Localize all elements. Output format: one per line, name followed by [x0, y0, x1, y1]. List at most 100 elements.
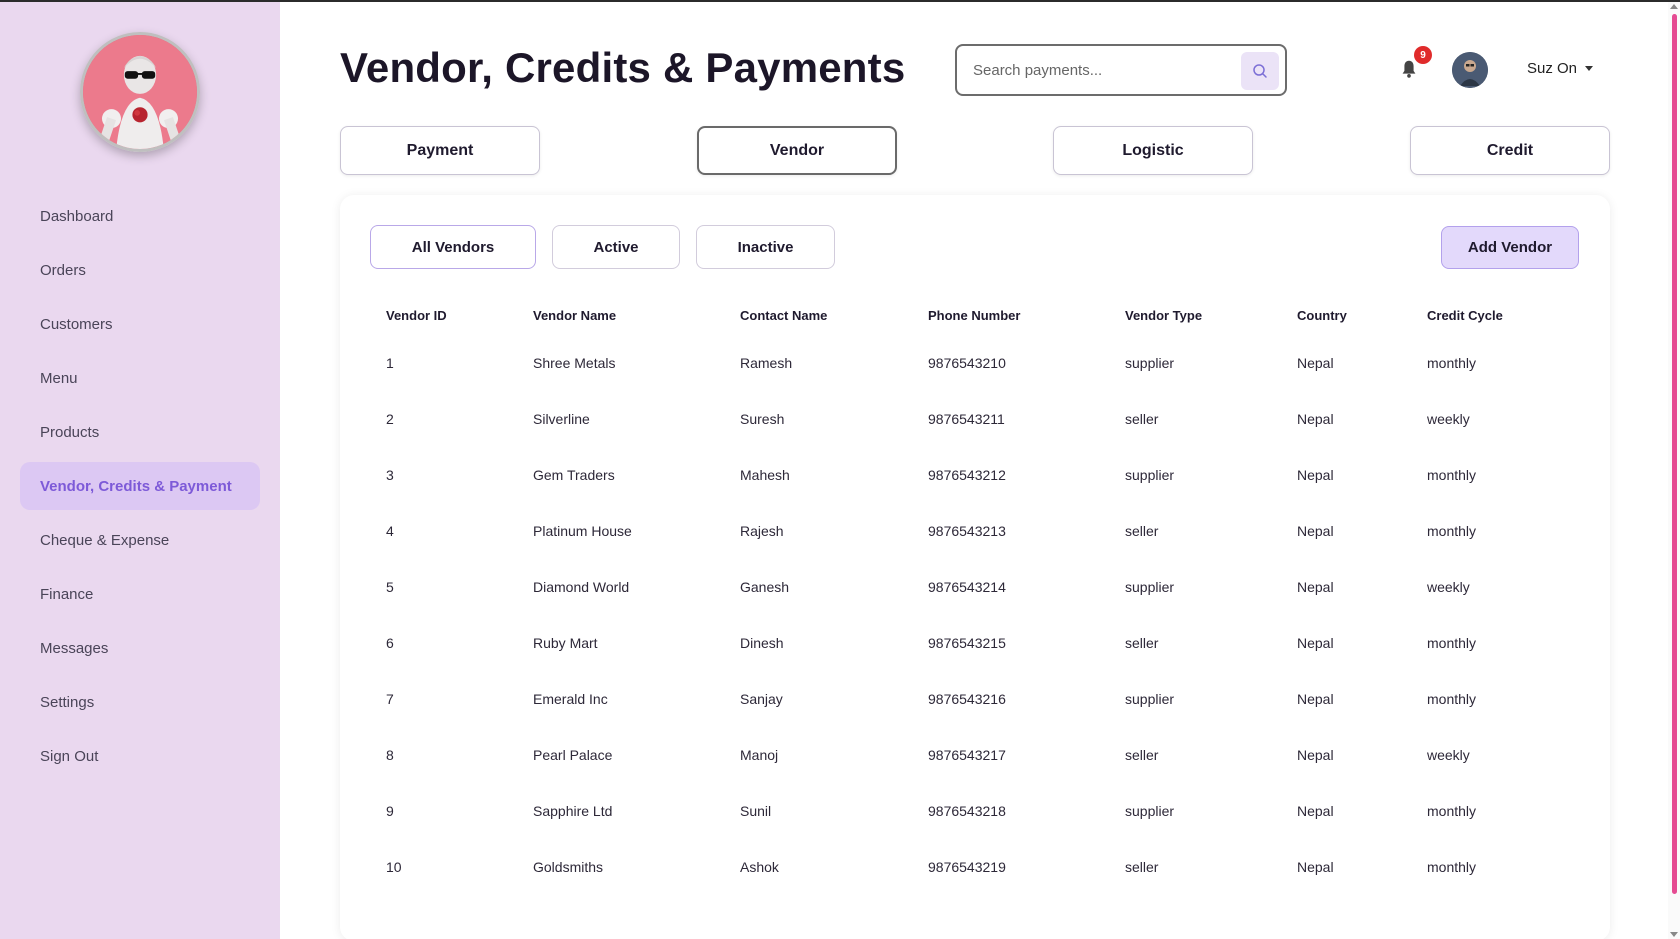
cell-country: Nepal [1297, 579, 1334, 595]
cell-vendor-type: supplier [1125, 691, 1175, 707]
avatar[interactable] [1452, 52, 1488, 88]
sidebar-item-cheque-expense[interactable]: Cheque & Expense [20, 516, 260, 564]
cell-vendor-id: 7 [386, 691, 394, 707]
table-row[interactable]: 8 Pearl Palace Manoj 9876543217 seller Nepal w… [370, 727, 1580, 783]
user-menu[interactable]: Suz On [1527, 60, 1594, 77]
vendor-table-body: 1 Shree Metals Ramesh 9876543210 supplier Nep… [370, 335, 1580, 895]
table-row[interactable]: 7 Emerald Inc Sanjay 9876543216 supplier Nepa… [370, 671, 1580, 727]
add-vendor-button[interactable]: Add Vendor [1441, 226, 1579, 269]
sidebar-item-customers[interactable]: Customers [20, 300, 260, 348]
scroll-down-icon[interactable] [1670, 932, 1678, 937]
cell-phone-number: 9876543214 [928, 579, 1006, 595]
logo-statue-icon [83, 35, 197, 149]
tab-vendor[interactable]: Vendor [697, 126, 897, 175]
cell-contact-name: Dinesh [740, 635, 784, 651]
cell-vendor-type: seller [1125, 635, 1159, 651]
column-header-phone-number[interactable]: Phone Number [912, 295, 1109, 335]
cell-vendor-id: 2 [386, 411, 394, 427]
cell-vendor-type: seller [1125, 523, 1159, 539]
cell-vendor-id: 4 [386, 523, 394, 539]
user-avatar-icon [1452, 52, 1488, 88]
table-row[interactable]: 1 Shree Metals Ramesh 9876543210 supplier Nep… [370, 335, 1580, 391]
cell-phone-number: 9876543218 [928, 803, 1006, 819]
cell-country: Nepal [1297, 411, 1334, 427]
cell-phone-number: 9876543210 [928, 355, 1006, 371]
cell-country: Nepal [1297, 691, 1334, 707]
column-header-country[interactable]: Country [1281, 295, 1411, 335]
cell-vendor-name: Emerald Inc [533, 691, 608, 707]
cell-credit-cycle: weekly [1427, 747, 1470, 763]
cell-vendor-type: supplier [1125, 355, 1175, 371]
cell-country: Nepal [1297, 803, 1334, 819]
cell-vendor-name: Ruby Mart [533, 635, 598, 651]
tab-credit[interactable]: Credit [1410, 126, 1610, 175]
vendor-table: Vendor ID Vendor Name Contact Name Phone… [370, 295, 1580, 895]
search-input[interactable] [973, 61, 1233, 79]
cell-contact-name: Rajesh [740, 523, 784, 539]
cell-contact-name: Sunil [740, 803, 772, 819]
filter-all-vendors[interactable]: All Vendors [370, 225, 536, 269]
table-row[interactable]: 3 Gem Traders Mahesh 9876543212 supplier Nepa… [370, 447, 1580, 503]
sidebar-item-messages[interactable]: Messages [20, 624, 260, 672]
column-header-vendor-name[interactable]: Vendor Name [517, 295, 724, 335]
cell-country: Nepal [1297, 635, 1334, 651]
cell-vendor-id: 1 [386, 355, 394, 371]
cell-vendor-name: Pearl Palace [533, 747, 613, 763]
sidebar-item-products[interactable]: Products [20, 408, 260, 456]
cell-country: Nepal [1297, 467, 1334, 483]
table-row[interactable]: 5 Diamond World Ganesh 9876543214 supplier Ne… [370, 559, 1580, 615]
sidebar-item-settings[interactable]: Settings [20, 678, 260, 726]
cell-phone-number: 9876543213 [928, 523, 1006, 539]
cell-phone-number: 9876543212 [928, 467, 1006, 483]
notification-badge: 9 [1414, 46, 1432, 64]
filter-active[interactable]: Active [552, 225, 680, 269]
search-bar [955, 44, 1287, 96]
page-scrollbar[interactable] [1668, 2, 1680, 939]
cell-vendor-type: seller [1125, 411, 1159, 427]
search-button[interactable] [1241, 52, 1279, 90]
table-row[interactable]: 9 Sapphire Ltd Sunil 9876543218 supplier Nepa… [370, 783, 1580, 839]
column-header-vendor-id[interactable]: Vendor ID [370, 295, 517, 335]
sidebar-item-menu[interactable]: Menu [20, 354, 260, 402]
sidebar-item-orders[interactable]: Orders [20, 246, 260, 294]
table-row[interactable]: 10 Goldsmiths Ashok 9876543219 seller Nepal mo… [370, 839, 1580, 895]
table-row[interactable]: 4 Platinum House Rajesh 9876543213 seller Nep… [370, 503, 1580, 559]
sidebar-item-vendor-credits-payment[interactable]: Vendor, Credits & Payment [20, 462, 260, 510]
cell-contact-name: Mahesh [740, 467, 790, 483]
cell-vendor-name: Goldsmiths [533, 859, 604, 875]
scrollbar-thumb[interactable] [1672, 14, 1677, 894]
cell-credit-cycle: monthly [1427, 523, 1477, 539]
column-header-credit-cycle[interactable]: Credit Cycle [1411, 295, 1580, 335]
cell-vendor-id: 8 [386, 747, 394, 763]
search-icon [1253, 64, 1267, 78]
cell-phone-number: 9876543219 [928, 859, 1006, 875]
sidebar-nav: Dashboard Orders Customers Menu Products… [20, 192, 260, 786]
user-name: Suz On [1527, 60, 1578, 77]
cell-phone-number: 9876543211 [928, 411, 1005, 427]
chevron-down-icon [1585, 66, 1594, 71]
tab-logistic[interactable]: Logistic [1053, 126, 1253, 175]
cell-vendor-name: Silverline [533, 411, 590, 427]
column-header-contact-name[interactable]: Contact Name [724, 295, 912, 335]
cell-country: Nepal [1297, 355, 1334, 371]
scroll-up-icon[interactable] [1670, 4, 1678, 9]
sidebar-item-sign-out[interactable]: Sign Out [20, 732, 260, 780]
cell-phone-number: 9876543215 [928, 635, 1006, 651]
sidebar-item-finance[interactable]: Finance [20, 570, 260, 618]
cell-phone-number: 9876543217 [928, 747, 1006, 763]
sidebar-item-dashboard[interactable]: Dashboard [20, 192, 260, 240]
column-header-vendor-type[interactable]: Vendor Type [1109, 295, 1281, 335]
cell-credit-cycle: monthly [1427, 691, 1477, 707]
cell-vendor-id: 3 [386, 467, 394, 483]
cell-credit-cycle: monthly [1427, 803, 1477, 819]
cell-country: Nepal [1297, 747, 1334, 763]
table-row[interactable]: 6 Ruby Mart Dinesh 9876543215 seller Nepal mon… [370, 615, 1580, 671]
filter-inactive[interactable]: Inactive [696, 225, 835, 269]
cell-vendor-name: Gem Traders [533, 467, 615, 483]
cell-vendor-type: supplier [1125, 803, 1175, 819]
tab-payment[interactable]: Payment [340, 126, 540, 175]
brand-logo[interactable] [80, 32, 200, 152]
table-row[interactable]: 2 Silverline Suresh 9876543211 seller Nepal we… [370, 391, 1580, 447]
cell-vendor-name: Sapphire Ltd [533, 803, 613, 819]
cell-vendor-id: 9 [386, 803, 394, 819]
